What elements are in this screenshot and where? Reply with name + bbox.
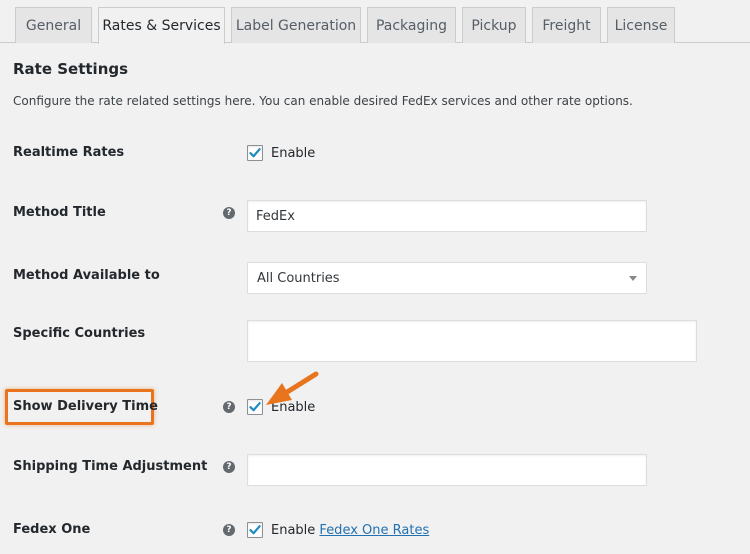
show-delivery-time-checkbox[interactable]: [247, 399, 263, 415]
method-available-to-value: All Countries: [257, 270, 340, 286]
chevron-down-icon: [629, 275, 637, 281]
help-icon[interactable]: ?: [223, 401, 235, 413]
specific-countries-label: Specific Countries: [13, 326, 146, 341]
checkmark-icon: [249, 525, 261, 535]
checkmark-icon: [249, 402, 261, 412]
shipping-time-adjustment-label: Shipping Time Adjustment: [13, 459, 208, 474]
arrow-icon: [266, 371, 319, 405]
tab-label-generation[interactable]: Label Generation: [231, 7, 361, 43]
specific-countries-multiselect[interactable]: [247, 320, 697, 362]
help-icon[interactable]: ?: [223, 524, 235, 536]
show-delivery-time-label: Show Delivery Time: [13, 399, 158, 414]
fedex-one-checkbox[interactable]: [247, 522, 263, 538]
realtime-rates-label: Realtime Rates: [13, 145, 125, 160]
help-icon[interactable]: ?: [223, 207, 235, 219]
section-title: Rate Settings: [13, 60, 129, 78]
method-title-label: Method Title: [13, 205, 106, 220]
checkmark-icon: [249, 148, 261, 158]
fedex-one-enable-text: Enable: [271, 523, 316, 538]
tab-pickup[interactable]: Pickup: [462, 7, 526, 43]
tab-packaging[interactable]: Packaging: [367, 7, 456, 43]
fedex-one-enable-label: Enable Fedex One Rates: [271, 523, 429, 538]
method-available-to-label: Method Available to: [13, 268, 160, 283]
fedex-one-rates-link[interactable]: Fedex One Rates: [319, 523, 429, 538]
realtime-rates-enable-label: Enable: [271, 146, 316, 161]
help-icon[interactable]: ?: [223, 461, 235, 473]
shipping-time-adjustment-input[interactable]: [247, 454, 647, 486]
realtime-rates-checkbox[interactable]: [247, 145, 263, 161]
section-description: Configure the rate related settings here…: [13, 94, 633, 108]
fedex-one-label: Fedex One: [13, 522, 91, 537]
tab-rates-services[interactable]: Rates & Services: [98, 7, 225, 44]
tab-bar: General Rates & Services Label Generatio…: [0, 0, 750, 44]
tab-license[interactable]: License: [607, 7, 675, 43]
method-available-to-select[interactable]: All Countries: [247, 262, 647, 294]
tab-freight[interactable]: Freight: [532, 7, 601, 43]
method-title-input[interactable]: FedEx: [247, 200, 647, 232]
tab-general[interactable]: General: [15, 7, 92, 43]
